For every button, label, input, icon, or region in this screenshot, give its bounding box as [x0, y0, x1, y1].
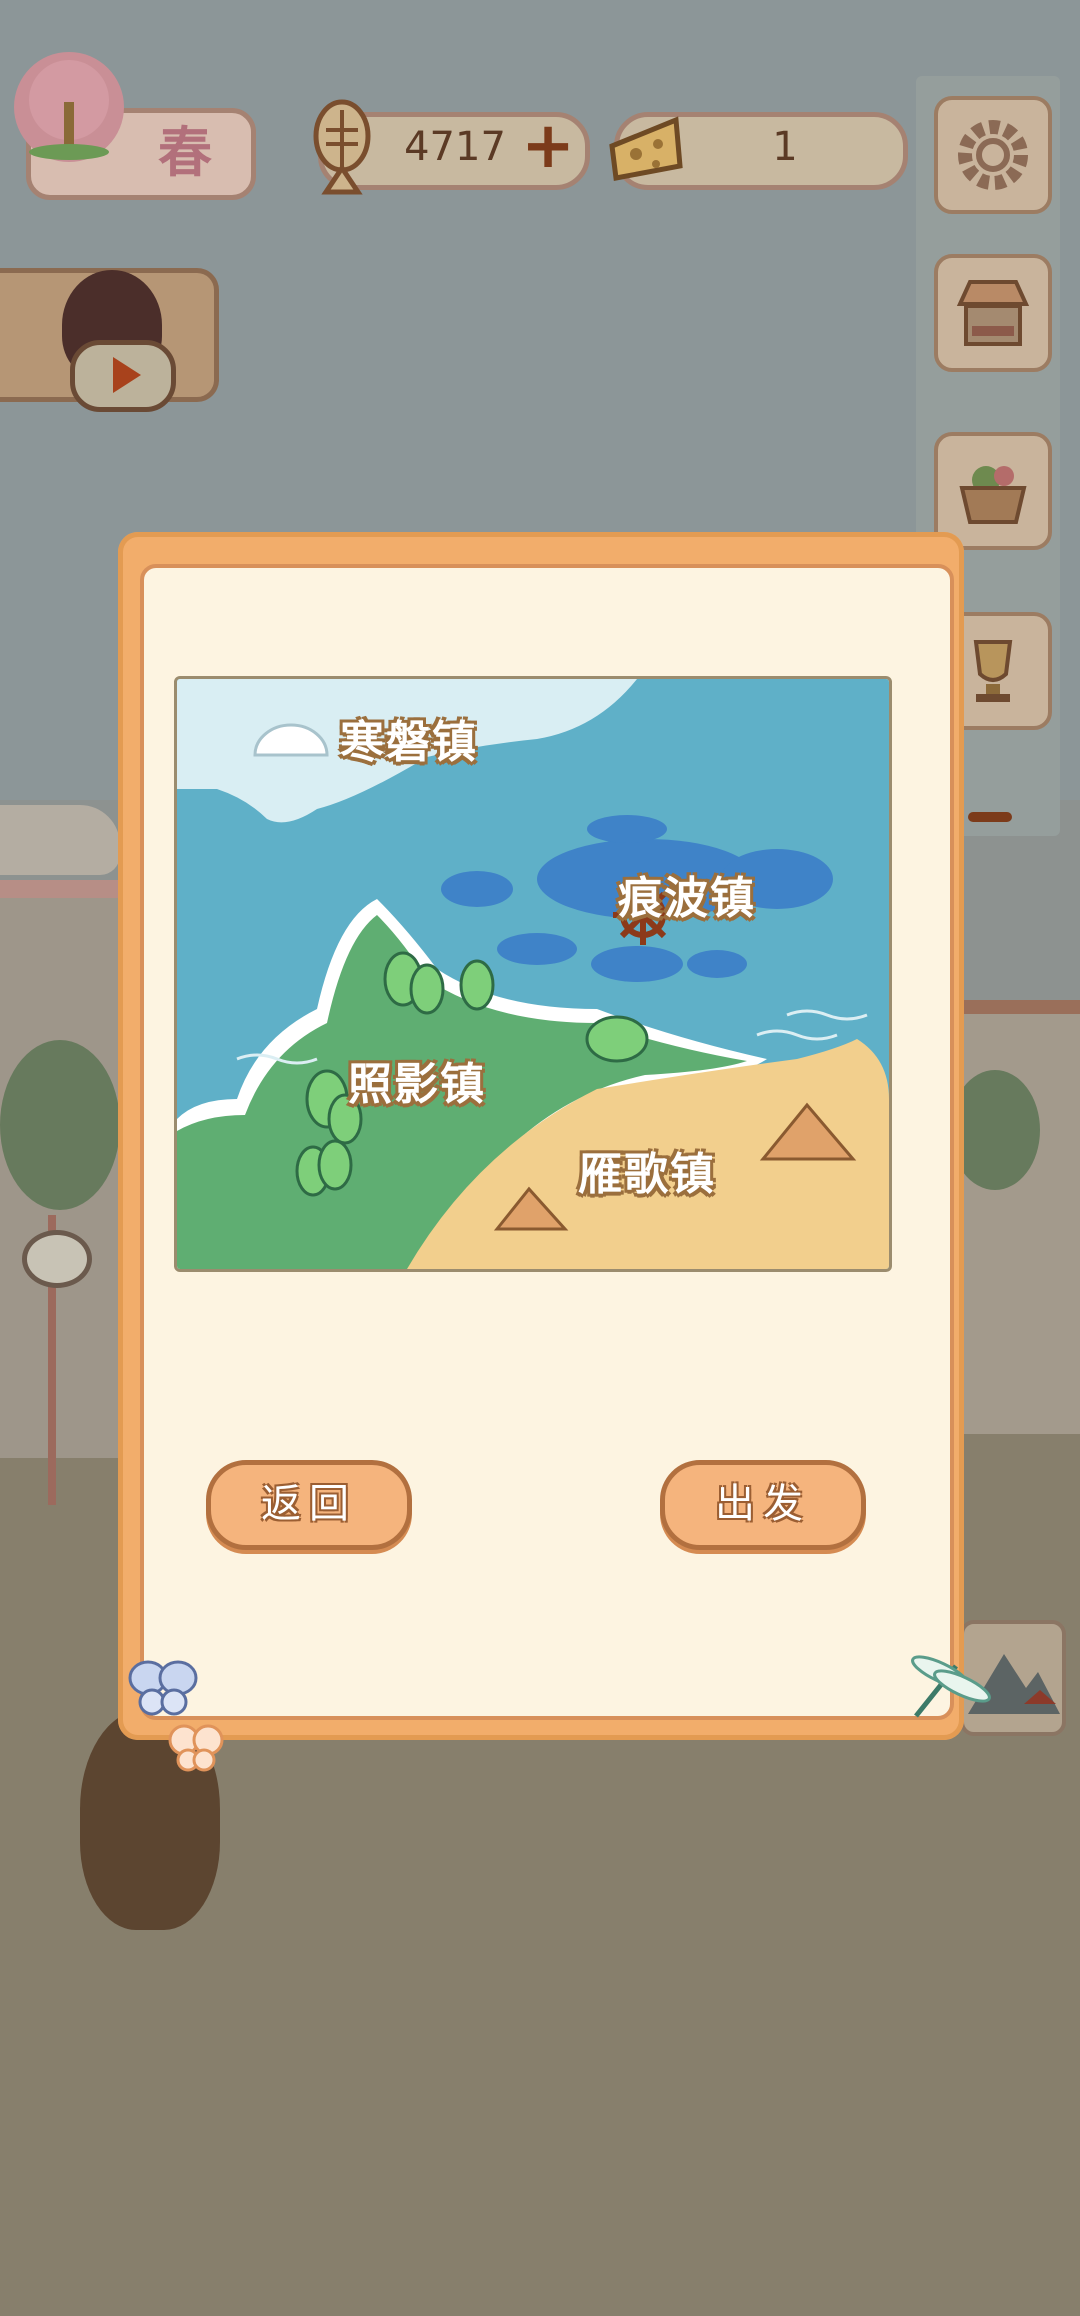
add-fish-button[interactable]: + — [520, 114, 576, 178]
town-label-north[interactable]: 寒磐镇 — [340, 706, 478, 770]
fishbone-icon — [302, 96, 382, 196]
basket-button[interactable] — [934, 432, 1052, 550]
cherry-tree-icon — [14, 52, 124, 162]
shop-stall-icon — [956, 276, 1030, 350]
play-icon — [113, 357, 141, 393]
street-lamp-head — [22, 1230, 92, 1288]
cheese-currency-value: 1 — [772, 124, 798, 170]
background-tree-left — [0, 1040, 120, 1210]
small-butterfly-icon — [166, 1722, 226, 1776]
basket-icon — [956, 454, 1030, 528]
shop-button[interactable] — [934, 254, 1052, 372]
settings-button[interactable] — [934, 96, 1052, 214]
side-menu-collapse-handle[interactable] — [968, 812, 1012, 822]
depart-button[interactable]: 出发 — [660, 1460, 866, 1550]
town-label-east[interactable]: 痕波镇 — [618, 862, 756, 926]
cheese-icon — [606, 106, 686, 186]
fish-currency-value: 4717 — [404, 124, 506, 170]
town-label-south[interactable]: 雁歌镇 — [578, 1138, 716, 1202]
dragonfly-icon — [896, 1646, 996, 1730]
trophy-icon — [956, 634, 1030, 708]
world-map[interactable] — [174, 676, 892, 1272]
background-roof — [0, 805, 120, 875]
play-video-button[interactable] — [70, 340, 176, 412]
back-button[interactable]: 返回 — [206, 1460, 412, 1550]
season-label: 春 — [158, 121, 212, 184]
world-map-illustration — [177, 679, 889, 1269]
gear-icon — [956, 118, 1030, 192]
background-house-right — [950, 1000, 1080, 1434]
town-label-west[interactable]: 照影镇 — [348, 1048, 486, 1112]
butterfly-icon — [128, 1658, 200, 1722]
